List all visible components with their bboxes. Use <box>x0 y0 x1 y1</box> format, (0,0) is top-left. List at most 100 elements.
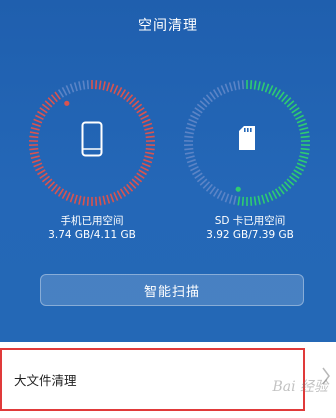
ring-tick-free <box>196 175 205 183</box>
ring-tick-free <box>192 169 201 176</box>
smart-scan-button[interactable]: 智能扫描 <box>40 274 304 306</box>
ring-tick-used <box>44 178 53 186</box>
ring-tick-used <box>295 114 304 121</box>
sd-storage-label: SD 卡已用空间 <box>214 215 286 227</box>
ring-tick-free <box>205 183 213 192</box>
ring-tick-free <box>190 114 199 121</box>
ring-tick-used <box>143 158 153 164</box>
ring-tick-free <box>233 81 237 91</box>
ring-tick-used <box>286 178 295 186</box>
page-title: 空间清理 <box>138 18 198 34</box>
ring-tick-used <box>37 169 46 176</box>
ring-tick-used <box>145 131 155 135</box>
ring-tick-used <box>249 80 253 90</box>
ring-tick-used <box>33 162 43 168</box>
ring-tick-used <box>33 118 43 124</box>
ring-tick-used <box>140 165 149 172</box>
list-item-large-file-cleanup[interactable]: 大文件清理 <box>0 348 305 411</box>
ring-tick-used <box>94 80 98 90</box>
ring-tick-used <box>29 147 39 151</box>
ring-tick-used <box>241 196 245 206</box>
ring-tick-free <box>194 172 203 179</box>
ring-tick-used <box>261 82 266 92</box>
ring-tick-used <box>140 114 149 121</box>
ring-tick-free <box>241 80 245 90</box>
ring-tick-free <box>205 94 213 103</box>
ring-tick-free <box>196 103 205 111</box>
ring-tick-free <box>228 82 233 92</box>
ring-tick-used <box>299 155 309 160</box>
ring-tick-used <box>271 86 278 96</box>
ring-tick-used <box>31 122 41 128</box>
ring-tick-free <box>202 97 211 105</box>
ring-tick-used <box>271 190 278 200</box>
ring-tick-used <box>78 195 82 205</box>
ring-tick-free <box>188 162 198 168</box>
ring-tick-used <box>291 107 300 114</box>
ring-tick-used <box>298 158 308 164</box>
ring-tick-used <box>134 175 143 183</box>
ring-tick-used <box>264 83 270 93</box>
ring-tick-used <box>37 110 46 117</box>
ring-tick-used <box>116 86 123 96</box>
ring-tick-used <box>257 81 261 91</box>
phone-icon <box>81 121 103 157</box>
ring-tick-used <box>145 135 155 139</box>
ring-tick-used <box>29 151 39 155</box>
ring-tick-used <box>126 183 134 192</box>
ring-tick-free <box>216 190 223 200</box>
ring-tick-free <box>224 83 230 93</box>
ring-tick-used <box>54 91 61 100</box>
ring-tick-free <box>194 107 203 114</box>
ring-tick-used <box>145 147 155 151</box>
ring-tick-used <box>113 192 119 201</box>
ring-tick-used <box>268 85 274 94</box>
ring-tick-used <box>82 196 86 206</box>
ring-tick-used <box>144 155 154 160</box>
ring-tick-used <box>281 94 289 103</box>
ring-tick-used <box>300 131 310 135</box>
ring-tick-used <box>295 165 304 172</box>
ring-tick-used <box>138 110 147 117</box>
ring-tick-used <box>47 181 56 189</box>
ring-tick-used <box>293 110 302 117</box>
ring-tick-free <box>184 135 194 139</box>
ring-tick-used <box>264 193 270 203</box>
ring-tick-used <box>128 97 137 105</box>
ring-tick-used <box>278 91 285 100</box>
ring-tick-used <box>123 91 130 100</box>
ring-tick-used <box>289 103 298 111</box>
ring-tick-used <box>143 122 153 128</box>
ring-tick-used <box>106 82 111 92</box>
ring-tick-used <box>300 135 310 139</box>
ring-tick-free <box>233 195 237 205</box>
phone-storage-label: 手机已用空间 <box>60 215 124 227</box>
ring-tick-free <box>212 89 220 98</box>
ring-tick-used <box>136 172 145 179</box>
ring-tick-used <box>86 196 90 206</box>
ring-tick-used <box>35 165 44 172</box>
ring-tick-used <box>131 178 140 186</box>
ring-tick-free <box>61 86 68 96</box>
ring-tick-used <box>69 193 75 203</box>
ring-tick-free <box>184 151 194 155</box>
ring-tick-free <box>86 80 90 90</box>
ring-tick-used <box>65 192 71 201</box>
ring-tick-free <box>73 82 78 92</box>
ring-tick-used <box>113 85 119 94</box>
ring-tick-free <box>209 186 216 195</box>
watermark: Bai 经验 <box>272 379 328 395</box>
ring-tick-used <box>98 80 102 90</box>
ring-tick-free <box>216 86 223 96</box>
ring-tick-free <box>82 80 86 90</box>
ring-tick-used <box>299 126 309 131</box>
ring-tick-used <box>39 107 48 114</box>
ring-tick-free <box>202 181 211 189</box>
ring-tick-free <box>186 158 196 164</box>
ring-tick-used <box>116 190 123 200</box>
sd-storage-gauge <box>182 78 312 208</box>
phone-storage-gauge <box>27 78 157 208</box>
ring-tick-free <box>57 89 65 98</box>
ring-tick-used <box>300 151 310 155</box>
ring-tick-used <box>274 89 282 98</box>
